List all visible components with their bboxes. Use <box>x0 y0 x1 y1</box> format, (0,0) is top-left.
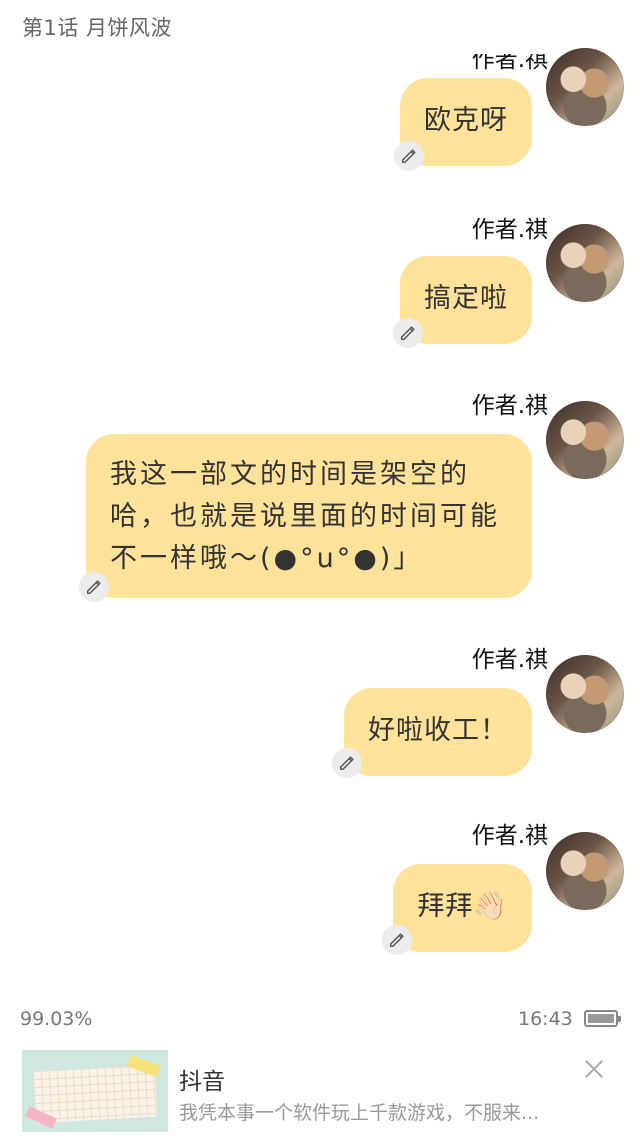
pencil-edit-icon[interactable] <box>332 748 362 778</box>
pencil-edit-icon[interactable] <box>393 318 423 348</box>
message-line: 哈，也就是说里面的时间可能 <box>110 501 500 532</box>
reading-progress: 99.03% <box>20 1008 93 1030</box>
message-text: 欧克呀 <box>424 105 508 136</box>
avatar[interactable] <box>546 48 624 126</box>
message-text: 搞定啦 <box>424 283 508 314</box>
ad-thumbnail[interactable] <box>22 1050 168 1132</box>
battery-icon <box>584 1010 621 1027</box>
avatar[interactable] <box>546 655 624 733</box>
chapter-title: 第1话 月饼风波 <box>22 16 173 40</box>
ad-description[interactable]: 我凭本事一个软件玩上千款游戏，不服来... <box>179 1098 539 1125</box>
author-name: 作者.祺 <box>471 47 548 73</box>
pencil-edit-icon[interactable] <box>394 141 424 171</box>
chat-bubble: 拜拜👋🏻 <box>393 864 532 952</box>
message-line: 我这一部文的时间是架空的 <box>110 459 470 490</box>
message-text: 拜拜👋🏻 <box>417 891 508 922</box>
close-icon[interactable] <box>583 1058 605 1080</box>
avatar[interactable] <box>546 224 624 302</box>
ad-title[interactable]: 抖音 <box>179 1062 225 1096</box>
author-name: 作者.祺 <box>471 217 548 243</box>
author-name: 作者.祺 <box>471 393 548 419</box>
author-name: 作者.祺 <box>471 823 548 849</box>
ad-banner[interactable]: 抖音 我凭本事一个软件玩上千款游戏，不服来... <box>0 1040 640 1138</box>
ad-thumbnail-paper <box>32 1064 158 1124</box>
chat-bubble: 好啦收工！ <box>344 688 532 776</box>
avatar[interactable] <box>546 832 624 910</box>
message-line: 不一样哦～(●°u°●)」 <box>110 543 424 574</box>
pencil-edit-icon[interactable] <box>382 925 412 955</box>
avatar[interactable] <box>546 401 624 479</box>
author-name: 作者.祺 <box>471 647 548 673</box>
clock-time: 16:43 <box>518 1008 573 1030</box>
pencil-edit-icon[interactable] <box>79 572 109 602</box>
message-text: 好啦收工！ <box>368 715 508 746</box>
chat-bubble: 我这一部文的时间是架空的 哈，也就是说里面的时间可能 不一样哦～(●°u°●)」 <box>86 434 532 598</box>
battery-level <box>588 1014 614 1023</box>
